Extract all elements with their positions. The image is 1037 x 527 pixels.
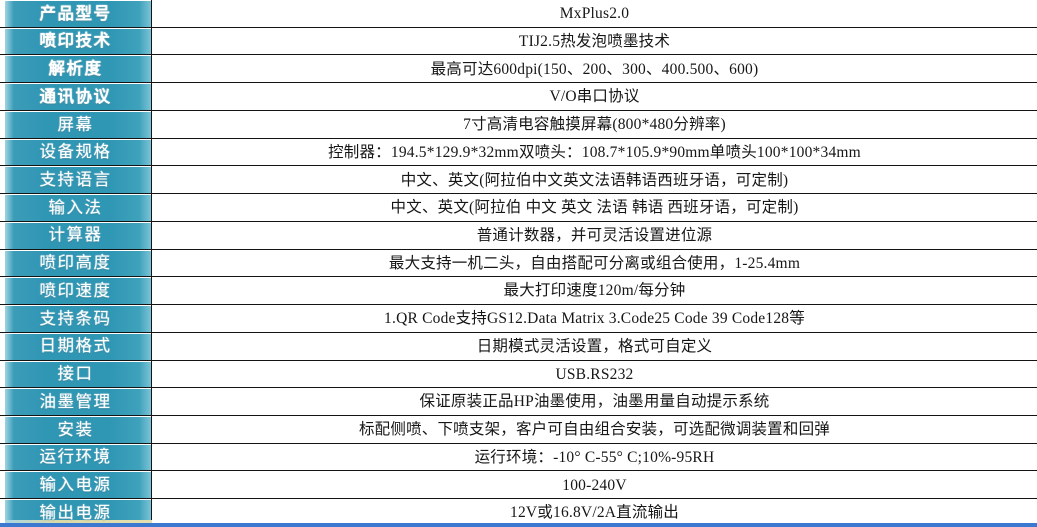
spec-label-cell: 运行环境 (0, 443, 152, 472)
table-row: 运行环境 运行环境：-10° C-55° C;10%-95RH (0, 443, 1037, 472)
spec-value-cell: 控制器：194.5*129.9*32mm双喷头：108.7*105.9*90mm… (152, 138, 1037, 167)
spec-value-text: 最大支持一机二头，自由搭配可分离或组合使用，1-25.4mm (388, 254, 801, 272)
table-row: 计算器 普通计数器，并可灵活设置进位源 (0, 221, 1037, 250)
spec-value-text: MxPlus2.0 (559, 5, 630, 23)
spec-label-text: 输入电源 (39, 475, 112, 495)
spec-label-cell: 油墨管理 (0, 388, 152, 417)
spec-label-cell: 设备规格 (0, 138, 152, 167)
spec-value-cell: MxPlus2.0 (152, 0, 1037, 28)
spec-label-text: 喷印技术 (39, 31, 112, 51)
spec-label-cell: 日期格式 (0, 332, 152, 361)
spec-label-cell: 安装 (0, 416, 152, 444)
table-row: 安装 标配侧喷、下喷支架，客户可自由组合安装，可选配微调装置和回弹 (0, 416, 1037, 444)
bottom-blue-rule (0, 523, 1037, 527)
spec-value-cell: 最高可达600dpi(150、200、300、400.500、600) (152, 55, 1037, 84)
spec-value-text: 标配侧喷、下喷支架，客户可自由组合安装，可选配微调装置和回弹 (358, 421, 830, 439)
spec-value-text: 1.QR Code支持GS12.Data Matrix 3.Code25 Cod… (384, 310, 805, 328)
table-row: 喷印速度 最大打印速度120m/每分钟 (0, 277, 1037, 306)
spec-value-text: 7寸高清电容触摸屏幕(800*480分辨率) (463, 116, 726, 134)
spec-value-cell: 中文、英文(阿拉伯 中文 英文 法语 韩语 西班牙语，可定制) (152, 194, 1037, 222)
spec-value-text: 普通计数器，并可灵活设置进位源 (476, 226, 713, 244)
table-row: 输入法 中文、英文(阿拉伯 中文 英文 法语 韩语 西班牙语，可定制) (0, 194, 1037, 222)
spec-label-cell: 计算器 (0, 221, 152, 250)
spec-label-text: 设备规格 (39, 142, 112, 162)
spec-label-cell: 喷印高度 (0, 249, 152, 278)
spec-label-cell: 通讯协议 (0, 83, 152, 111)
spec-value-text: 100-240V (562, 476, 627, 494)
spec-value-text: 保证原装正品HP油墨使用，油墨用量自动提示系统 (419, 393, 770, 411)
spec-label-cell: 支持条码 (0, 305, 152, 333)
spec-label-text: 油墨管理 (39, 391, 112, 411)
spec-value-cell: 100-240V (152, 471, 1037, 500)
spec-value-text: 日期模式灵活设置，格式可自定义 (476, 337, 713, 355)
spec-label-cell: 屏幕 (0, 110, 152, 139)
spec-label-cell: 解析度 (0, 55, 152, 84)
specification-table: 产品型号 MxPlus2.0 喷印技术 TIJ2.5热发泡喷墨技术解析度 最高可达600… (0, 0, 1037, 527)
spec-value-cell: 中文、英文(阿拉伯中文英文法语韩语西班牙语，可定制) (152, 166, 1037, 195)
spec-label-text: 运行环境 (39, 447, 112, 467)
table-row: 设备规格 控制器：194.5*129.9*32mm双喷头：108.7*105.9*… (0, 138, 1037, 167)
spec-label-cell: 接口 (0, 360, 152, 389)
spec-value-cell: 运行环境：-10° C-55° C;10%-95RH (152, 443, 1037, 472)
spec-label-text: 输出电源 (39, 502, 112, 522)
table-row: 油墨管理 保证原装正品HP油墨使用，油墨用量自动提示系统 (0, 388, 1037, 417)
spec-label-cell: 支持语言 (0, 166, 152, 195)
table-body: 产品型号 MxPlus2.0 喷印技术 TIJ2.5热发泡喷墨技术解析度 最高可达600… (0, 0, 1037, 527)
spec-label-text: 喷印高度 (39, 253, 112, 273)
spec-value-text: TIJ2.5热发泡喷墨技术 (518, 32, 671, 50)
spec-label-cell: 产品型号 (0, 0, 152, 28)
spec-value-text: V/O串口协议 (549, 88, 640, 106)
spec-label-text: 通讯协议 (39, 86, 112, 106)
spec-value-cell: V/O串口协议 (152, 83, 1037, 111)
spec-value-cell: 最大支持一机二头，自由搭配可分离或组合使用，1-25.4mm (152, 249, 1037, 278)
table-row: 屏幕 7寸高清电容触摸屏幕(800*480分辨率) (0, 110, 1037, 139)
spec-label-text: 输入法 (48, 197, 103, 217)
spec-label-cell: 输入法 (0, 194, 152, 222)
spec-label-cell: 喷印技术 (0, 27, 152, 56)
spec-label-text: 安装 (57, 419, 94, 439)
spec-label-text: 喷印速度 (39, 280, 112, 300)
table-row: 喷印技术 TIJ2.5热发泡喷墨技术 (0, 27, 1037, 56)
spec-label-text: 支持语言 (39, 170, 112, 190)
table-row: 日期格式 日期模式灵活设置，格式可自定义 (0, 332, 1037, 361)
spec-value-text: 中文、英文(阿拉伯中文英文法语韩语西班牙语，可定制) (400, 171, 789, 189)
spec-value-text: 运行环境：-10° C-55° C;10%-95RH (474, 448, 715, 466)
spec-value-cell: 1.QR Code支持GS12.Data Matrix 3.Code25 Cod… (152, 305, 1037, 333)
spec-label-text: 计算器 (48, 225, 103, 245)
table-row: 接口 USB.RS232 (0, 360, 1037, 389)
spec-value-cell: TIJ2.5热发泡喷墨技术 (152, 27, 1037, 56)
table-row: 通讯协议 V/O串口协议 (0, 83, 1037, 111)
spec-value-cell: 最大打印速度120m/每分钟 (152, 277, 1037, 306)
spec-value-cell: 保证原装正品HP油墨使用，油墨用量自动提示系统 (152, 388, 1037, 417)
spec-label-cell: 喷印速度 (0, 277, 152, 306)
spec-value-cell: USB.RS232 (152, 360, 1037, 389)
spec-label-text: 产品型号 (39, 3, 112, 23)
spec-value-text: 最大打印速度120m/每分钟 (503, 282, 686, 300)
spec-label-text: 支持条码 (39, 308, 112, 328)
spec-value-text: USB.RS232 (555, 365, 634, 383)
spec-label-cell: 输入电源 (0, 471, 152, 500)
table-row: 支持条码 1.QR Code支持GS12.Data Matrix 3.Code25… (0, 305, 1037, 333)
table-row: 支持语言 中文、英文(阿拉伯中文英文法语韩语西班牙语，可定制) (0, 166, 1037, 195)
spec-label-text: 日期格式 (39, 336, 112, 356)
spec-label-text: 接口 (57, 364, 94, 384)
table-row: 输入电源 100-240V (0, 471, 1037, 500)
spec-value-text: 12V或16.8V/2A直流输出 (510, 504, 679, 522)
spec-value-text: 控制器：194.5*129.9*32mm双喷头：108.7*105.9*90mm… (328, 143, 861, 161)
spec-value-cell: 标配侧喷、下喷支架，客户可自由组合安装，可选配微调装置和回弹 (152, 416, 1037, 444)
spec-value-cell: 日期模式灵活设置，格式可自定义 (152, 332, 1037, 361)
spec-value-text: 中文、英文(阿拉伯 中文 英文 法语 韩语 西班牙语，可定制) (390, 199, 799, 217)
spec-label-text: 解析度 (48, 59, 103, 79)
table-row: 喷印高度 最大支持一机二头，自由搭配可分离或组合使用，1-25.4mm (0, 249, 1037, 278)
spec-value-cell: 普通计数器，并可灵活设置进位源 (152, 221, 1037, 250)
spec-label-text: 屏幕 (57, 114, 94, 134)
spec-value-cell: 7寸高清电容触摸屏幕(800*480分辨率) (152, 110, 1037, 139)
table-row: 解析度 最高可达600dpi(150、200、300、400.500、600) (0, 55, 1037, 84)
table-row: 产品型号 MxPlus2.0 (0, 0, 1037, 28)
spec-value-text: 最高可达600dpi(150、200、300、400.500、600) (430, 60, 759, 78)
